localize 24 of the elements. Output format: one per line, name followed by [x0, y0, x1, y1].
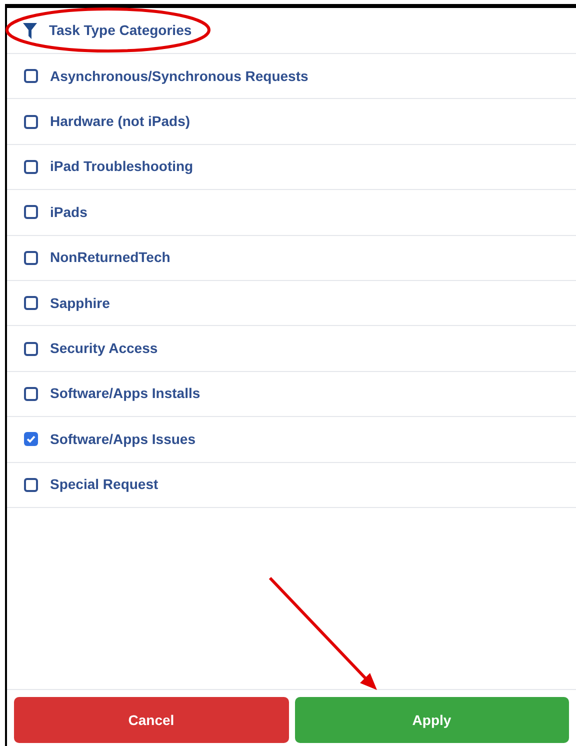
- category-label: iPads: [50, 202, 88, 222]
- category-label: Sapphire: [50, 294, 110, 313]
- filter-icon: [23, 22, 37, 38]
- apply-button[interactable]: Apply: [294, 697, 569, 743]
- header-title: Task Type Categories: [49, 21, 192, 40]
- category-label: iPad Troubleshooting: [50, 157, 194, 176]
- checkbox[interactable]: [24, 342, 38, 356]
- checkbox[interactable]: [24, 296, 38, 310]
- category-label: Special Request: [50, 475, 158, 494]
- checkbox[interactable]: [24, 478, 38, 492]
- category-label: Hardware (not iPads): [50, 112, 190, 132]
- category-label: Software/Apps Installs: [50, 384, 200, 404]
- category-label: Asynchronous/Synchronous Requests: [50, 66, 308, 86]
- category-label: NonReturnedTech: [50, 248, 170, 268]
- category-label: Software/Apps Issues: [50, 430, 196, 449]
- checkbox[interactable]: [24, 114, 38, 129]
- cancel-button[interactable]: Cancel: [14, 697, 288, 743]
- checkbox[interactable]: [24, 160, 38, 174]
- checkbox[interactable]: [24, 205, 38, 220]
- category-label: Security Access: [50, 339, 158, 358]
- checkbox[interactable]: [24, 432, 38, 446]
- checkbox[interactable]: [24, 69, 38, 84]
- checkbox[interactable]: [24, 250, 38, 265]
- checkbox[interactable]: [24, 386, 38, 401]
